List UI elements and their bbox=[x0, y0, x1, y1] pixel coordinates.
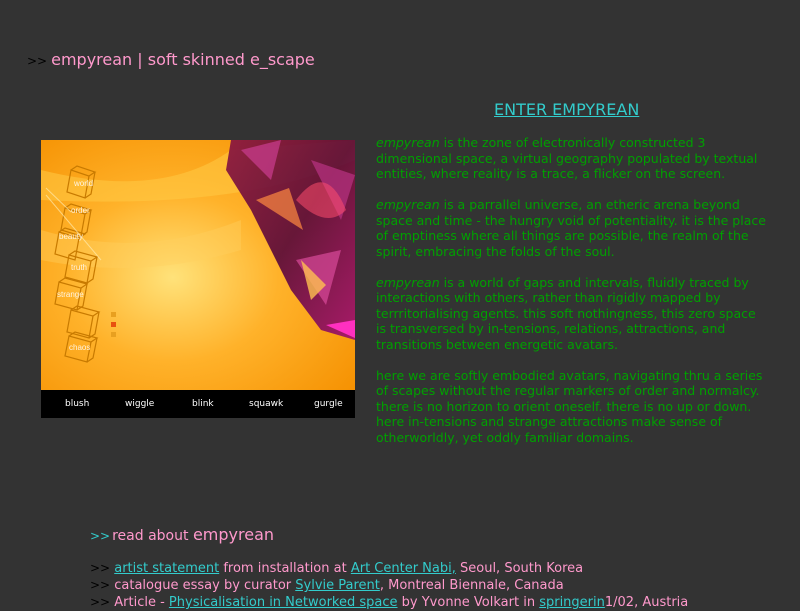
empyrean-term: empyrean bbox=[376, 274, 440, 290]
description-paragraph-3: empyrean is a world of gaps and interval… bbox=[376, 275, 766, 353]
enter-empyrean-link[interactable]: ENTER EMPYREAN bbox=[494, 100, 639, 119]
cube-label-world: world bbox=[73, 179, 93, 188]
link-row-artist-statement: >> artist statement from installation at… bbox=[90, 560, 688, 577]
row-arrows: >> bbox=[90, 578, 111, 592]
cube-label-beauty: beauty bbox=[59, 232, 83, 241]
menu-squawk[interactable]: squawk bbox=[249, 399, 283, 409]
art-center-nabi-link[interactable]: Art Center Nabi, bbox=[351, 561, 456, 576]
row-text: Seoul, South Korea bbox=[455, 561, 584, 576]
reading-links: >> artist statement from installation at… bbox=[90, 560, 688, 611]
empyrean-term: empyrean bbox=[376, 197, 440, 212]
cube-label-truth: truth bbox=[71, 263, 87, 272]
springerin-link[interactable]: springerin bbox=[539, 595, 605, 610]
cube-label-chaos: chaos bbox=[69, 343, 90, 352]
row-arrows: >> bbox=[90, 595, 111, 609]
read-arrows: >> bbox=[90, 529, 111, 543]
cube-label-order: order bbox=[71, 206, 90, 215]
paragraph-text: here we are softly embodied avatars, nav… bbox=[376, 367, 763, 445]
row-text: , Montreal Biennale, Canada bbox=[379, 578, 564, 593]
menu-gurgle[interactable]: gurgle bbox=[314, 399, 343, 409]
sylvie-parent-link[interactable]: Sylvie Parent bbox=[295, 578, 380, 593]
artist-statement-link[interactable]: artist statement bbox=[114, 561, 219, 576]
description: empyrean is the zone of electronically c… bbox=[376, 135, 766, 461]
scene-menu-bar: blush wiggle blink squawk gurgle bbox=[41, 390, 355, 418]
menu-blink[interactable]: blink bbox=[192, 399, 214, 409]
scene-artwork: world order beauty truth strange chaos bbox=[41, 140, 355, 390]
row-text: from installation at bbox=[219, 561, 351, 576]
description-paragraph-2: empyrean is a parrallel universe, an eth… bbox=[376, 197, 766, 259]
row-text: by Yvonne Volkart in bbox=[397, 595, 540, 610]
menu-blush[interactable]: blush bbox=[65, 399, 89, 409]
read-about-heading: >> read about empyrean bbox=[90, 525, 274, 544]
menu-wiggle[interactable]: wiggle bbox=[125, 399, 154, 409]
row-arrows: >> bbox=[90, 561, 111, 575]
cube-label-strange: strange bbox=[57, 290, 84, 299]
description-paragraph-4: here we are softly embodied avatars, nav… bbox=[376, 368, 766, 446]
row-text: Article - bbox=[114, 595, 169, 610]
description-paragraph-1: empyrean is the zone of electronically c… bbox=[376, 135, 766, 182]
empyrean-term: empyrean bbox=[376, 135, 440, 150]
read-prefix: read about bbox=[112, 528, 193, 544]
row-text: 1/02, Austria bbox=[604, 595, 689, 610]
link-row-catalogue-essay: >> catalogue essay by curator Sylvie Par… bbox=[90, 577, 688, 594]
physicalisation-article-link[interactable]: Physicalisation in Networked space bbox=[169, 595, 398, 610]
link-row-article: >> Article - Physicalisation in Networke… bbox=[90, 594, 688, 611]
page-title: empyrean | soft skinned e_scape bbox=[51, 50, 315, 69]
header-arrows: >> bbox=[27, 54, 48, 68]
page-header: >> empyrean | soft skinned e_scape bbox=[27, 50, 315, 69]
row-text: catalogue essay by curator bbox=[114, 578, 296, 593]
read-empyrean: empyrean bbox=[192, 525, 275, 544]
empyrean-scene-image[interactable]: world order beauty truth strange chaos bbox=[41, 140, 355, 390]
